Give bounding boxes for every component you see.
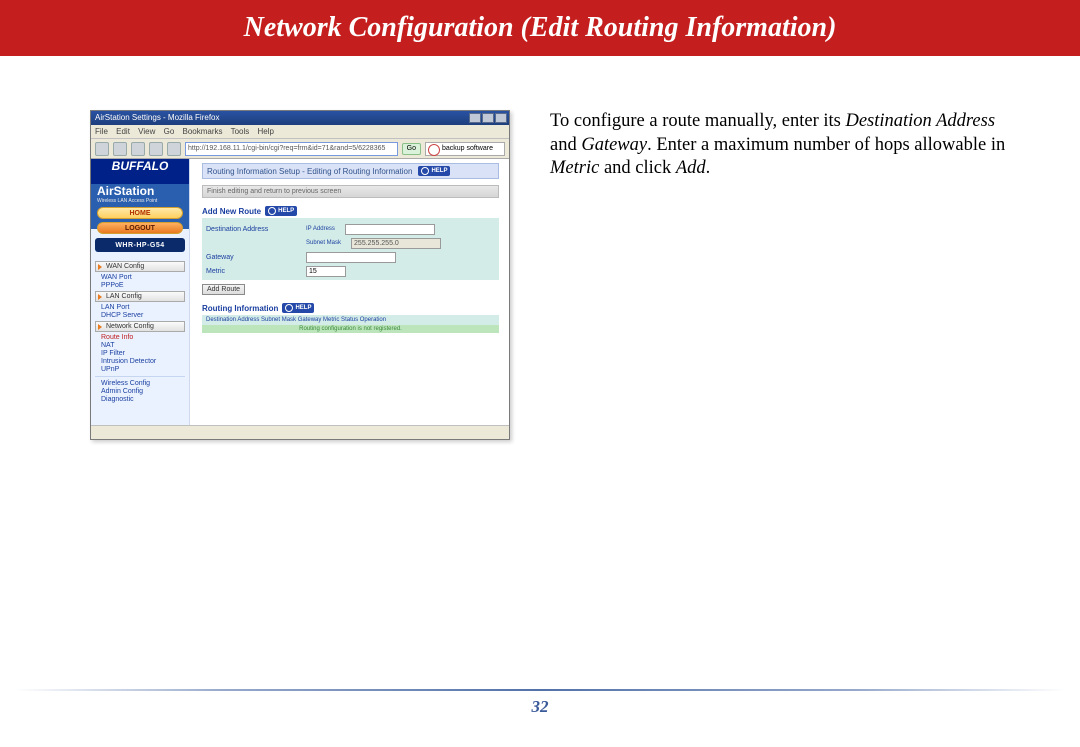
page-title: Network Configuration (Edit Routing Info… (244, 12, 837, 44)
metric-input[interactable] (306, 266, 346, 277)
sidebar-item-wireless[interactable]: Wireless Config (95, 380, 185, 387)
sidebar-separator (95, 376, 185, 377)
footer-rule (14, 689, 1066, 691)
desc-1i: . (706, 158, 711, 178)
model-badge: WHR-HP-G54 (95, 238, 185, 252)
add-route-section: Add New Route HELP (202, 206, 499, 216)
menu-go[interactable]: Go (164, 127, 175, 136)
gateway-input[interactable] (306, 252, 396, 263)
routing-info-section: Routing Information HELP (202, 303, 499, 313)
add-route-button[interactable]: Add Route (202, 284, 245, 295)
desc-1a: To configure a route manually, enter its (550, 111, 845, 131)
brand-subtitle: Wireless LAN Access Point (91, 198, 189, 204)
window-title-text: AirStation Settings - Mozilla Firefox (95, 111, 220, 125)
home-icon[interactable] (167, 142, 181, 156)
sidebar-nav: WAN Config WAN Port PPPoE LAN Config LAN… (95, 259, 185, 404)
sidebar-item-admin[interactable]: Admin Config (95, 388, 185, 395)
sidebar-item-pppoe[interactable]: PPPoE (95, 282, 185, 289)
forward-icon[interactable] (113, 142, 127, 156)
desc-1g: and click (599, 158, 676, 178)
mask-input[interactable] (351, 238, 441, 249)
brand-name: AirStation (91, 184, 189, 198)
sidebar-item-intrusion[interactable]: Intrusion Detector (95, 358, 185, 365)
ip-mini-label: IP Address (306, 226, 335, 232)
menu-view[interactable]: View (138, 127, 155, 136)
menu-help[interactable]: Help (258, 127, 274, 136)
browser-toolbar: http://192.168.11.1/cgi-bin/cgi?req=frm&… (91, 139, 509, 159)
metric-label: Metric (206, 268, 296, 275)
panel-title-text: Routing Information Setup - Editing of R… (207, 167, 412, 176)
desc-1c: and (550, 135, 581, 155)
brand-logo: BUFFALO (91, 159, 189, 184)
maximize-icon[interactable] (482, 113, 494, 123)
sidebar-item-network-config[interactable]: Network Config (95, 321, 185, 332)
window-titlebar: AirStation Settings - Mozilla Firefox (91, 111, 509, 125)
routing-table-header: Destination Address Subnet Mask Gateway … (202, 315, 499, 325)
desc-add: Add (676, 158, 706, 178)
page-header: Network Configuration (Edit Routing Info… (0, 0, 1080, 56)
sidebar-item-ip-filter[interactable]: IP Filter (95, 350, 185, 357)
browser-menubar: File Edit View Go Bookmarks Tools Help (91, 125, 509, 139)
finish-bar[interactable]: Finish editing and return to previous sc… (202, 185, 499, 198)
router-sidebar: BUFFALO AirStation Wireless LAN Access P… (91, 159, 189, 425)
add-route-form: Destination Address IP Address Subnet Ma… (202, 218, 499, 280)
sidebar-item-lan-config[interactable]: LAN Config (95, 291, 185, 302)
desc-gateway: Gateway (581, 135, 647, 155)
logout-button[interactable]: LOGOUT (97, 222, 183, 234)
help-badge-ri[interactable]: HELP (282, 303, 314, 313)
ip-input[interactable] (345, 224, 435, 235)
go-button[interactable]: Go (402, 143, 421, 155)
sidebar-item-wan-port[interactable]: WAN Port (95, 274, 185, 281)
sidebar-item-diagnostic[interactable]: Diagnostic (95, 396, 185, 403)
menu-edit[interactable]: Edit (116, 127, 130, 136)
help-badge[interactable]: HELP (418, 166, 450, 176)
desc-metric: Metric (550, 158, 599, 178)
sidebar-item-nat[interactable]: NAT (95, 342, 185, 349)
mask-mini-label: Subnet Mask (306, 240, 341, 246)
browser-screenshot: AirStation Settings - Mozilla Firefox Fi… (90, 110, 510, 440)
reload-icon[interactable] (131, 142, 145, 156)
sidebar-item-wan-config[interactable]: WAN Config (95, 261, 185, 272)
stop-icon[interactable] (149, 142, 163, 156)
dest-label: Destination Address (206, 226, 296, 233)
panel-title: Routing Information Setup - Editing of R… (202, 163, 499, 179)
sidebar-item-upnp[interactable]: UPnP (95, 366, 185, 373)
menu-file[interactable]: File (95, 127, 108, 136)
gateway-label: Gateway (206, 254, 296, 261)
description-paragraph: To configure a route manually, enter its… (550, 110, 1020, 181)
help-badge-addroute[interactable]: HELP (265, 206, 297, 216)
close-icon[interactable] (495, 113, 507, 123)
home-button[interactable]: HOME (97, 207, 183, 219)
router-main: Routing Information Setup - Editing of R… (189, 159, 509, 425)
search-input[interactable]: backup software (425, 142, 505, 156)
content: AirStation Settings - Mozilla Firefox Fi… (90, 110, 1020, 440)
sidebar-item-dhcp-server[interactable]: DHCP Server (95, 312, 185, 319)
menu-bookmarks[interactable]: Bookmarks (183, 127, 223, 136)
add-route-label: Add New Route (202, 207, 261, 216)
menu-tools[interactable]: Tools (231, 127, 250, 136)
page-footer: 32 (14, 689, 1066, 729)
desc-1e: . Enter a maximum number of hops allowab… (647, 135, 1005, 155)
address-bar[interactable]: http://192.168.11.1/cgi-bin/cgi?req=frm&… (185, 142, 398, 156)
window-buttons (469, 111, 509, 125)
sidebar-item-lan-port[interactable]: LAN Port (95, 304, 185, 311)
sidebar-item-route-info[interactable]: Route Info (95, 334, 185, 341)
desc-dest: Destination Address (845, 111, 995, 131)
routing-table-empty: Routing configuration is not registered. (202, 325, 499, 333)
minimize-icon[interactable] (469, 113, 481, 123)
page-number: 32 (14, 697, 1066, 717)
browser-statusbar (91, 425, 509, 439)
routing-info-label: Routing Information (202, 304, 278, 313)
back-icon[interactable] (95, 142, 109, 156)
